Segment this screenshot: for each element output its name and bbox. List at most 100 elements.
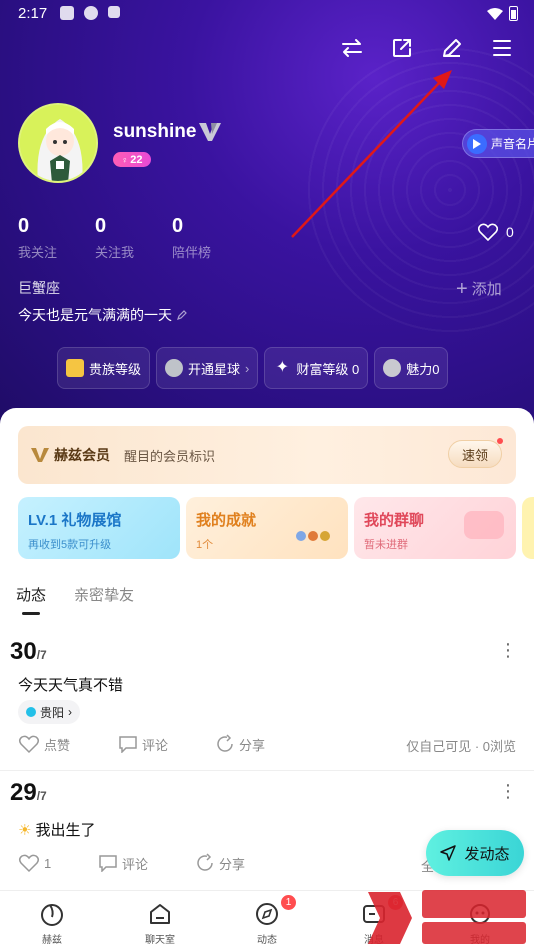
- voice-card-label: 声音名片: [491, 137, 534, 151]
- tab-close-friends[interactable]: 亲密挚友: [74, 584, 134, 605]
- top-actions: [340, 36, 514, 60]
- avatar[interactable]: [18, 103, 98, 183]
- nav-item-chatroom[interactable]: 聊天室: [130, 901, 190, 946]
- share-icon: [197, 853, 213, 871]
- comment-icon: [99, 855, 117, 872]
- profile-tabs: 动态 亲密挚友: [16, 584, 134, 615]
- stats-row: 0 我关注 0 关注我 0 陪伴榜: [18, 215, 249, 261]
- card-subtitle: 再收到5款可升级: [28, 539, 112, 551]
- comment-button[interactable]: 评论: [98, 854, 195, 873]
- zodiac-tag: 巨蟹座: [18, 280, 60, 296]
- member-title: 赫兹会员: [54, 447, 110, 463]
- post-actions: 1 评论 分享: [18, 853, 245, 873]
- member-banner[interactable]: 赫兹会员 醒目的会员标识 速领: [18, 426, 516, 484]
- location-name: 贵阳: [40, 705, 65, 720]
- add-tag-button[interactable]: + 添加: [456, 278, 502, 299]
- chip-noble-level[interactable]: 贵族等级: [57, 347, 151, 389]
- charm-icon: [383, 359, 402, 377]
- more-options-icon[interactable]: ⋮: [499, 640, 517, 661]
- level-badge[interactable]: ♀ 22: [113, 152, 151, 167]
- status-bar: 2:17: [0, 0, 534, 28]
- comment-label: 评论: [122, 856, 149, 872]
- notification-icon: [60, 6, 74, 20]
- heart-icon: [478, 223, 498, 241]
- location-pin-icon: [26, 707, 36, 717]
- stat-companion-rank[interactable]: 0 陪伴榜: [172, 215, 249, 261]
- chip-label: 财富等级 0: [296, 361, 360, 377]
- signature[interactable]: 今天也是元气满满的一天: [18, 305, 188, 325]
- member-subtitle: 醒目的会员标识: [124, 449, 216, 464]
- profile-header: 2:17 sunshine ♀ 22 声音名片 0 我关注 0 关注我 0 陪伴…: [0, 0, 534, 430]
- play-icon: [467, 133, 487, 154]
- stat-label: 关注我: [95, 245, 135, 260]
- chat-bubble-icon: [464, 511, 504, 539]
- more-card[interactable]: [522, 497, 534, 559]
- level-value: 22: [130, 153, 143, 166]
- nav-item-dynamics[interactable]: 动态 1: [237, 895, 297, 946]
- chevron-right-icon: ›: [245, 360, 250, 376]
- post-date: 29/7: [10, 779, 47, 807]
- share-icon: [217, 734, 233, 752]
- post-date: 30/7: [10, 638, 47, 666]
- status-time: 2:17: [18, 5, 48, 22]
- group-chat-card[interactable]: 我的群聊 暂未进群: [354, 497, 516, 559]
- post-month: /7: [36, 648, 47, 662]
- like-label: 点赞: [44, 737, 71, 753]
- card-title: LV.1 礼物展馆: [28, 512, 122, 529]
- stat-following[interactable]: 0 我关注: [18, 215, 95, 261]
- chip-wealth-level[interactable]: ✦ 财富等级 0: [264, 347, 369, 389]
- wifi-icon: [487, 7, 503, 20]
- chip-label: 贵族等级: [89, 361, 142, 377]
- share-button[interactable]: 分享: [195, 853, 245, 873]
- share-icon[interactable]: [390, 36, 414, 60]
- notification-icon: [84, 6, 98, 20]
- post-dynamic-button[interactable]: 发动态: [426, 830, 524, 876]
- stat-value: 0: [95, 215, 107, 237]
- avatar-illustration: [20, 105, 96, 181]
- likes-count: 0: [506, 224, 514, 240]
- achievement-card[interactable]: 我的成就 1个: [186, 497, 348, 559]
- nav-badge: 1: [281, 895, 296, 910]
- member-crown-icon: [31, 448, 49, 462]
- chip-charm[interactable]: 魅力0: [374, 347, 449, 389]
- like-button[interactable]: 点赞: [18, 734, 118, 754]
- edit-icon[interactable]: [440, 36, 464, 60]
- more-options-icon[interactable]: ⋮: [499, 781, 517, 802]
- chip-open-planet[interactable]: 开通星球 ›: [156, 347, 259, 389]
- planet-icon: [165, 359, 184, 377]
- site-watermark-logo: [368, 890, 526, 944]
- sun-icon: ☀: [18, 821, 32, 839]
- feature-cards: LV.1 礼物展馆 再收到5款可升级 我的成就 1个 我的群聊 暂未进群: [18, 497, 534, 559]
- share-button[interactable]: 分享: [215, 734, 265, 754]
- privilege-chips: 贵族等级 开通星球 › ✦ 财富等级 0 魅力0: [57, 347, 449, 389]
- likes-button[interactable]: 0: [478, 223, 514, 241]
- crown-icon: [66, 359, 84, 377]
- edit-signature-icon: [177, 310, 187, 320]
- post-dynamic-label: 发动态: [464, 845, 510, 863]
- switch-account-icon[interactable]: [340, 36, 364, 60]
- chatroom-icon: [150, 904, 170, 924]
- like-count: 1: [44, 855, 52, 871]
- tab-dynamics[interactable]: 动态: [16, 584, 46, 615]
- post-text-content: 我出生了: [35, 822, 96, 839]
- menu-icon[interactable]: [490, 36, 514, 60]
- location-tag[interactable]: 贵阳 ›: [18, 700, 81, 724]
- post-day: 30: [10, 638, 37, 665]
- vip-badge-icon[interactable]: [198, 120, 222, 142]
- comment-button[interactable]: 评论: [118, 735, 215, 754]
- post-month: /7: [36, 789, 47, 803]
- like-button[interactable]: 1: [18, 853, 98, 873]
- nav-label: 赫兹: [42, 935, 62, 946]
- post-privacy: 仅自己可见 · 0浏览: [406, 739, 516, 754]
- add-tag-label: 添加: [471, 281, 502, 298]
- member-claim-button[interactable]: 速领: [448, 438, 503, 468]
- achievement-medals-icon: [296, 531, 330, 541]
- comment-icon: [119, 736, 137, 753]
- nav-item-home[interactable]: 赫兹: [22, 901, 82, 946]
- gift-gallery-card[interactable]: LV.1 礼物展馆 再收到5款可升级: [18, 497, 180, 559]
- stat-label: 我关注: [18, 245, 58, 260]
- stat-followers[interactable]: 0 关注我: [95, 215, 172, 261]
- voice-card-button[interactable]: 声音名片: [462, 129, 534, 158]
- comment-label: 评论: [142, 737, 169, 753]
- post-text: 今天天气真不错: [18, 677, 124, 694]
